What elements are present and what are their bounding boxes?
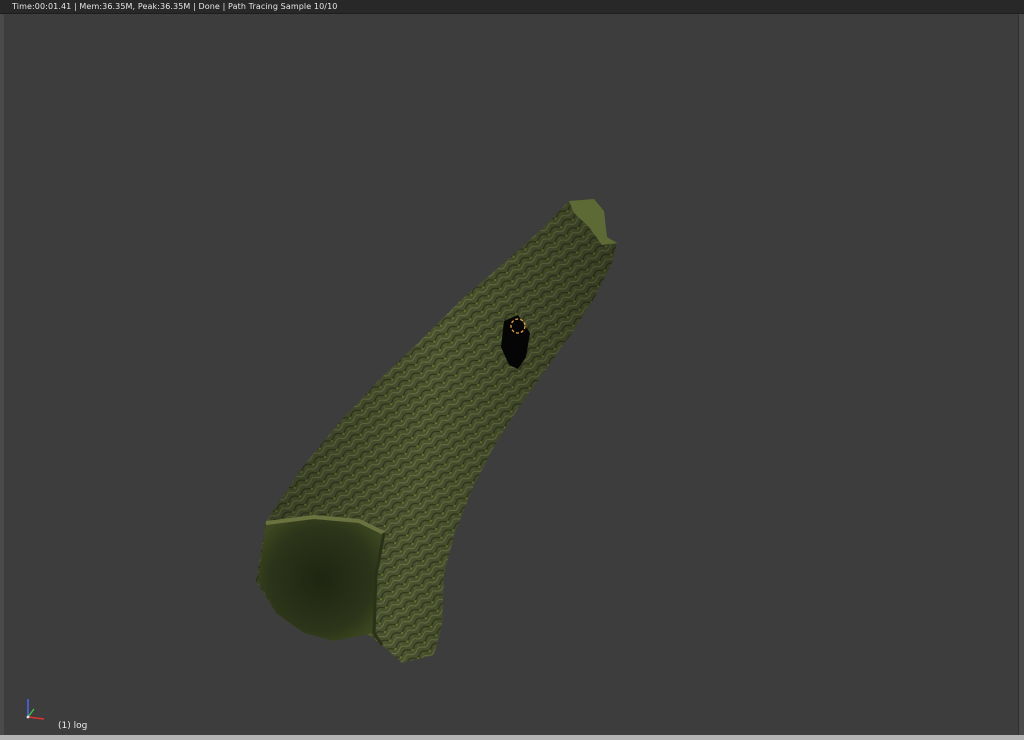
- render-window: Time:00:01.41 | Mem:36.35M, Peak:36.35M …: [0, 0, 1024, 740]
- viewport-right-border: [1019, 14, 1024, 735]
- window-bottom-border: [0, 735, 1024, 740]
- render-status-bar: Time:00:01.41 | Mem:36.35M, Peak:36.35M …: [0, 0, 1024, 14]
- render-status-text: Time:00:01.41 | Mem:36.35M, Peak:36.35M …: [12, 1, 338, 11]
- active-object-label: (1) log: [58, 721, 88, 731]
- log-render: [256, 199, 617, 663]
- 3d-viewport[interactable]: (1) log: [3, 15, 1019, 735]
- axis-gizmo-icon: [26, 699, 45, 720]
- log-hollow-opening: [258, 517, 384, 641]
